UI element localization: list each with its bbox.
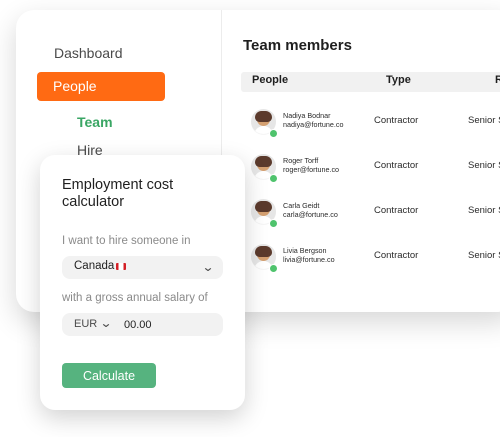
member-type: Contractor [374,160,419,171]
employment-cost-calculator-card: Employment cost calculator I want to hir… [40,155,245,410]
sidebar-item-dashboard[interactable]: Dashboard [54,44,123,62]
member-name: Livia Bergson [283,246,327,255]
member-role: Senior Soft [468,160,500,171]
salary-field[interactable]: EUR ⌄ [62,313,223,336]
sidebar-item-team[interactable]: Team [77,113,113,131]
member-role: Senior Soft [468,250,500,261]
canada-flag-icon [116,263,126,270]
member-email: livia@fortune.co [283,255,335,264]
member-type: Contractor [374,115,419,126]
calculator-title: Employment cost calculator [62,177,174,210]
member-type: Contractor [374,205,419,216]
online-status-dot [269,174,278,183]
column-header-role: R [495,74,500,86]
member-name: Nadiya Bodnar [283,111,331,120]
member-name: Roger Torff [283,156,319,165]
member-email: nadiya@fortune.co [283,120,344,129]
team-table-header: People Type R [241,72,500,92]
member-type: Contractor [374,250,419,261]
member-role: Senior Soft [468,115,500,126]
online-status-dot [269,219,278,228]
column-header-type: Type [386,74,411,86]
member-name: Carla Geidt [283,201,320,210]
chevron-down-icon[interactable]: ⌄ [100,316,113,330]
currency-select[interactable]: EUR [74,318,97,330]
online-status-dot [269,129,278,138]
salary-input[interactable] [124,318,194,332]
online-status-dot [269,264,278,273]
chevron-down-icon: ⌄ [201,260,215,274]
member-role: Senior Soft [468,205,500,216]
member-email: roger@fortune.co [283,165,340,174]
sidebar-item-people[interactable]: People [37,72,165,101]
country-select[interactable]: Canada ⌄ [62,256,223,279]
calculate-button[interactable]: Calculate [62,363,156,388]
hire-location-label: I want to hire someone in [62,235,191,247]
country-value: Canada [74,260,115,272]
member-email: carla@fortune.co [283,210,338,219]
salary-label: with a gross annual salary of [62,292,208,304]
column-header-people: People [252,74,289,86]
member-row-roger[interactable]: Roger Torff roger@fortune.co Contractor … [241,150,500,186]
member-row-livia[interactable]: Livia Bergson livia@fortune.co Contracto… [241,240,500,276]
member-row-carla[interactable]: Carla Geidt carla@fortune.co Contractor … [241,195,500,231]
team-members-title: Team members [243,37,352,54]
member-row-nadiya[interactable]: Nadiya Bodnar nadiya@fortune.co Contract… [241,105,500,141]
